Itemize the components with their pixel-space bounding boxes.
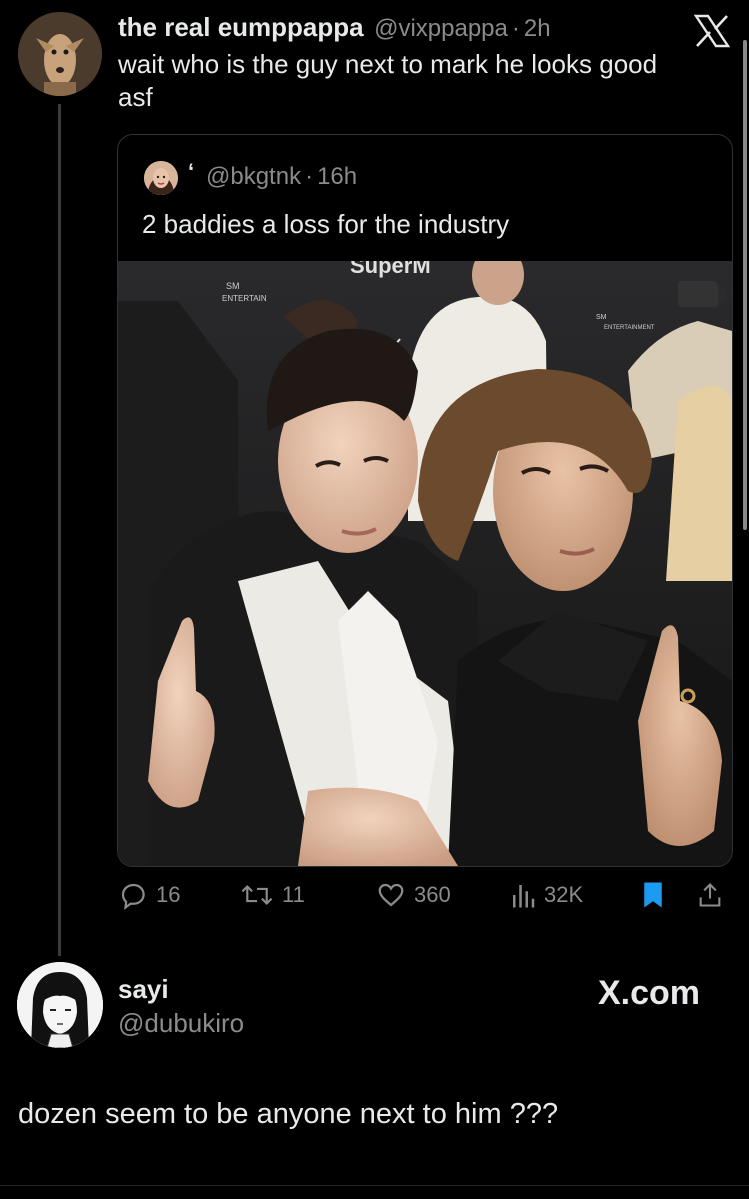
tweet-header: the real eumppappa @vixppappa · 2h — [118, 12, 551, 43]
x-logo-icon[interactable] — [693, 14, 731, 48]
reply-icon — [121, 883, 145, 910]
quoted-photo[interactable]: SM ENTERTAIN SuperM SM ENTERTAINMENT — [118, 261, 732, 866]
reply-avatar[interactable] — [17, 962, 103, 1048]
like-button[interactable]: 360 — [376, 880, 451, 910]
share-icon — [699, 883, 721, 907]
tweet-text-line: wait who is the guy next to mark he look… — [118, 49, 658, 79]
reply-count: 16 — [156, 882, 181, 907]
separator-dot: · — [305, 163, 314, 190]
sign-entertainment: ENTERTAIN — [222, 294, 267, 303]
thread-line — [58, 104, 61, 956]
quote-badge: ‘ — [188, 159, 195, 184]
sign-entertainment-right: ENTERTAINMENT — [604, 325, 655, 331]
quote-handle[interactable]: @bkgtnk — [206, 163, 301, 190]
quote-avatar — [144, 161, 178, 195]
bookmark-icon — [644, 882, 662, 908]
x-com-label[interactable]: X.com — [598, 974, 700, 1013]
share-button[interactable] — [696, 880, 724, 910]
quote-avatar-image — [144, 161, 178, 195]
quote-text: 2 baddies a loss for the industry — [142, 209, 510, 239]
views-icon — [513, 885, 535, 908]
timestamp[interactable]: 2h — [524, 15, 551, 42]
view-count: 32K — [544, 882, 584, 907]
retweet-icon — [241, 884, 273, 906]
reply-handle[interactable]: @dubukiro — [118, 1008, 244, 1039]
dog-avatar-image — [18, 12, 102, 96]
display-name[interactable]: the real eumppappa — [118, 12, 364, 42]
quoted-tweet-card[interactable]: ‘ @bkgtnk · 16h 2 baddies a loss for the i… — [117, 134, 733, 867]
retweet-button[interactable]: 11 — [240, 880, 305, 910]
avatar[interactable] — [18, 12, 102, 96]
reply-button[interactable]: 16 — [118, 880, 180, 910]
user-handle[interactable]: @vixppappa — [374, 15, 508, 42]
tweet-text-line: asf — [118, 82, 153, 112]
scrollbar[interactable] — [743, 40, 747, 530]
sign-sm-right: SM — [596, 314, 607, 321]
reply-display-name[interactable]: sayi — [118, 974, 169, 1005]
reply-text: dozen seem to be anyone next to him ??? — [18, 1098, 559, 1130]
heart-icon — [378, 883, 404, 907]
separator-dot: · — [511, 15, 520, 42]
views-button[interactable]: 32K — [510, 880, 583, 910]
retweet-count: 11 — [282, 882, 305, 907]
quote-header: @bkgtnk · 16h — [206, 163, 357, 191]
quote-timestamp[interactable]: 16h — [317, 163, 357, 190]
tweet-actions: 16 11 360 32K — [118, 880, 728, 916]
bookmark-button[interactable] — [640, 880, 666, 910]
like-count: 360 — [414, 882, 451, 907]
tweet-text: wait who is the guy next to mark he look… — [118, 48, 728, 114]
sign-sm: SM — [226, 281, 240, 291]
divider — [0, 1185, 749, 1186]
sign-superm: SuperM — [350, 261, 431, 278]
reply-avatar-image — [17, 962, 103, 1048]
